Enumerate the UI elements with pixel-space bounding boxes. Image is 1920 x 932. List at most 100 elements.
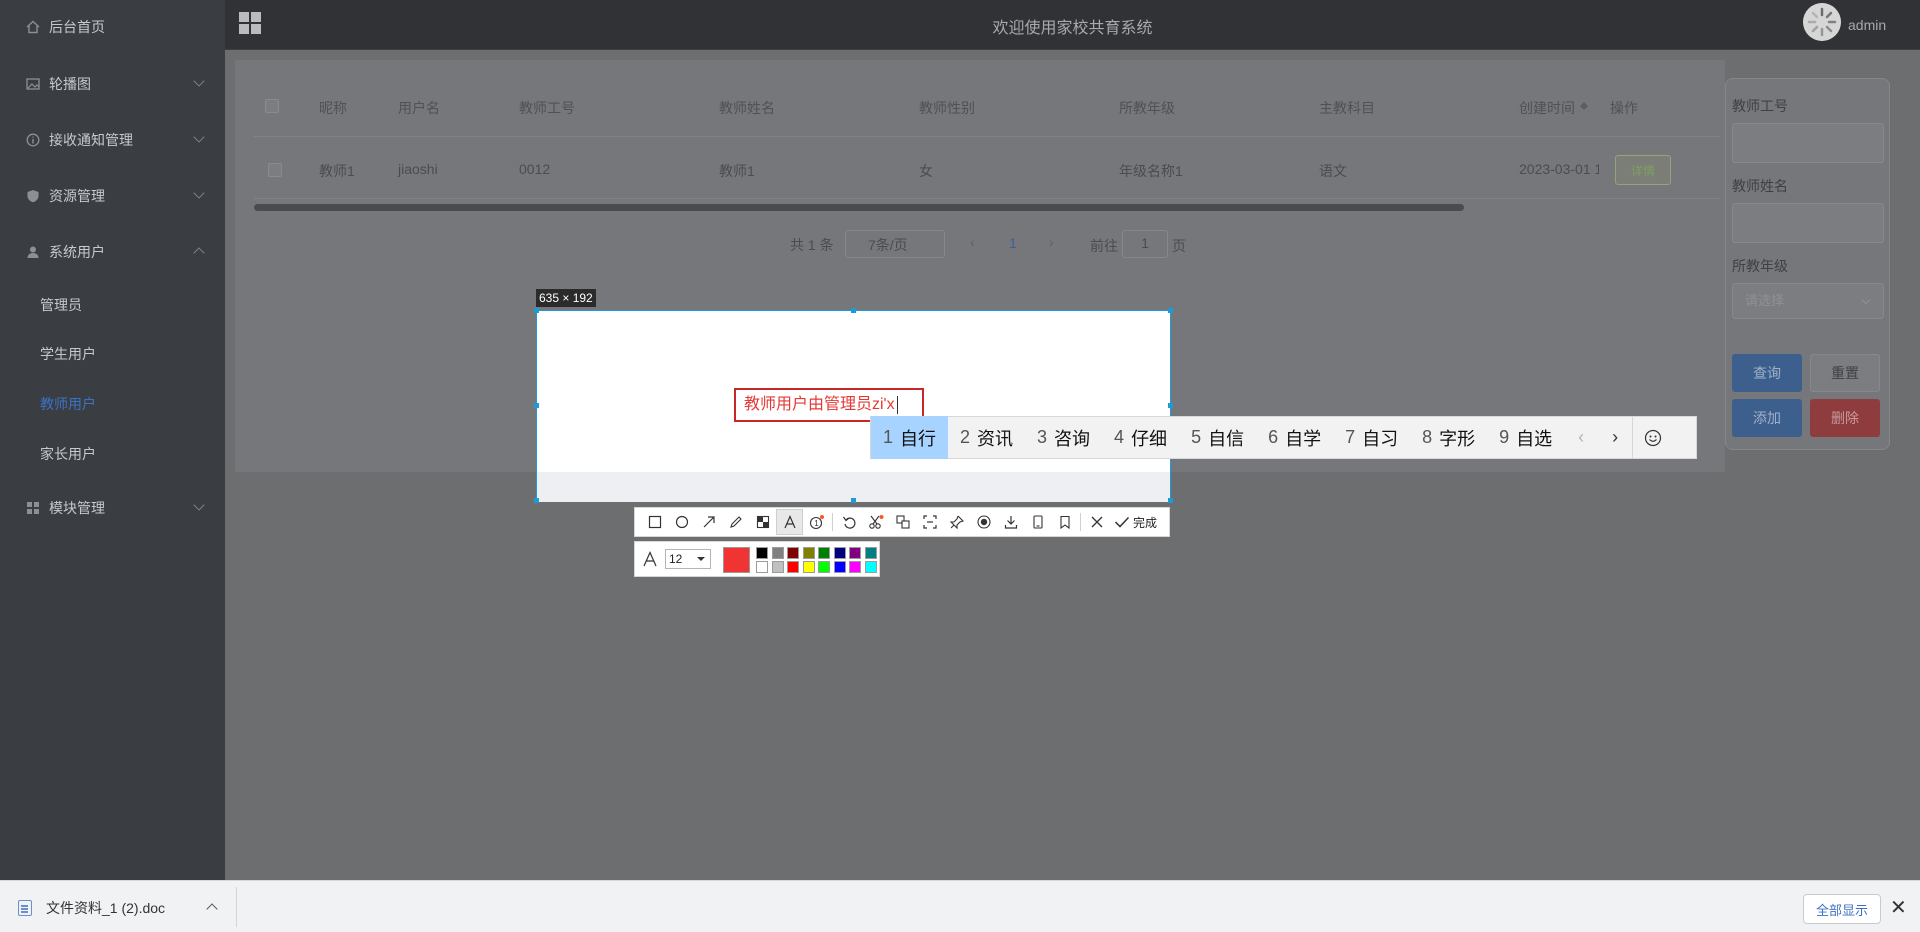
ime-next-page-icon[interactable]: › <box>1598 416 1632 459</box>
mosaic-tool-icon[interactable] <box>749 509 776 535</box>
ime-candidate-bar: 1 自行 2 资讯 3 咨询 4 仔细 5 自信 6 自学 7 自习 8 字形 9 自选 ‹ › <box>870 416 1697 459</box>
rectangle-tool-icon[interactable] <box>641 509 668 535</box>
color-swatch[interactable] <box>787 561 799 573</box>
document-icon <box>18 900 32 916</box>
close-icon[interactable] <box>1083 509 1110 535</box>
translate-icon[interactable] <box>889 509 916 535</box>
done-button[interactable]: 完成 <box>1114 514 1157 531</box>
sidebar-subitem-admin[interactable]: 管理员 <box>0 283 225 327</box>
resize-handle[interactable] <box>851 498 856 503</box>
color-swatch[interactable] <box>787 547 799 559</box>
sidebar-item-label: 系统用户 <box>49 244 105 260</box>
ime-candidate[interactable]: 7 自习 <box>1333 416 1410 459</box>
color-swatch[interactable] <box>864 561 877 573</box>
ime-candidate[interactable]: 5 自信 <box>1179 416 1256 459</box>
pin-icon[interactable] <box>943 509 970 535</box>
color-swatch[interactable] <box>818 561 830 573</box>
query-button[interactable]: 查询 <box>1732 354 1802 392</box>
color-swatch[interactable] <box>833 547 846 559</box>
avatar[interactable] <box>1803 3 1841 41</box>
resize-handle[interactable] <box>1168 403 1173 408</box>
color-swatch[interactable] <box>849 561 861 573</box>
arrow-tool-icon[interactable] <box>695 509 722 535</box>
ime-candidate[interactable]: 9 自选 <box>1487 416 1564 459</box>
text-tool-icon[interactable] <box>776 509 803 535</box>
current-color-swatch[interactable] <box>723 547 750 573</box>
sidebar-item-home[interactable]: 后台首页 <box>0 5 225 49</box>
username[interactable]: admin <box>1848 17 1886 33</box>
select-all-checkbox[interactable] <box>265 99 279 113</box>
record-icon[interactable] <box>970 509 997 535</box>
undo-icon[interactable] <box>835 509 862 535</box>
candidate-number: 1 <box>883 427 894 447</box>
color-swatch[interactable] <box>802 561 815 573</box>
ime-candidate[interactable]: 2 资讯 <box>948 416 1025 459</box>
cell-grade: 年级名称1 <box>1119 163 1183 179</box>
phone-icon[interactable] <box>1024 509 1051 535</box>
resize-handle[interactable] <box>534 498 539 503</box>
color-swatch[interactable] <box>771 561 784 573</box>
delete-button[interactable]: 删除 <box>1810 399 1880 437</box>
color-swatch[interactable] <box>756 547 768 559</box>
grade-select[interactable]: 请选择 <box>1732 283 1884 319</box>
candidate-text: 仔细 <box>1131 428 1168 449</box>
resize-handle[interactable] <box>1168 498 1173 503</box>
goto-page-input[interactable]: 1 <box>1122 230 1168 258</box>
column-header-created[interactable]: 创建时间 <box>1519 98 1575 118</box>
scissors-icon[interactable] <box>862 509 889 535</box>
ime-candidate[interactable]: 1 自行 <box>871 416 949 459</box>
add-button[interactable]: 添加 <box>1732 399 1802 437</box>
next-page-icon[interactable]: › <box>1049 234 1054 262</box>
detail-button[interactable]: 详情 <box>1615 155 1671 185</box>
sidebar-item-resources[interactable]: 资源管理 <box>0 174 225 218</box>
color-swatch[interactable] <box>802 547 815 559</box>
color-swatch[interactable] <box>818 547 830 559</box>
emoji-icon[interactable] <box>1633 416 1673 459</box>
prev-page-icon[interactable]: ‹ <box>970 234 975 262</box>
show-all-button[interactable]: 全部显示 <box>1803 894 1881 924</box>
sort-icon[interactable] <box>1580 98 1588 112</box>
reset-button[interactable]: 重置 <box>1810 354 1880 392</box>
ime-prev-page-icon[interactable]: ‹ <box>1564 416 1598 459</box>
ime-candidate[interactable]: 3 咨询 <box>1025 416 1102 459</box>
resize-handle[interactable] <box>851 308 856 313</box>
font-size-select[interactable]: 12 <box>665 549 711 569</box>
chevron-up-icon[interactable] <box>206 903 218 915</box>
download-icon[interactable] <box>997 509 1024 535</box>
sidebar-item-carousel[interactable]: 轮播图 <box>0 62 225 106</box>
horizontal-scrollbar[interactable] <box>254 204 1464 211</box>
teacher-name-input[interactable] <box>1732 203 1884 243</box>
page-number[interactable]: 1 <box>1009 235 1017 263</box>
download-item[interactable]: 文件资料_1 (2).doc <box>18 898 165 918</box>
color-swatch[interactable] <box>864 547 877 559</box>
close-icon[interactable]: ✕ <box>1890 895 1907 920</box>
pen-tool-icon[interactable] <box>722 509 749 535</box>
sidebar-subitem-students[interactable]: 学生用户 <box>0 332 225 376</box>
bookmark-icon[interactable] <box>1051 509 1078 535</box>
color-swatch[interactable] <box>756 561 768 573</box>
color-swatch[interactable] <box>771 547 784 559</box>
resize-handle[interactable] <box>534 308 539 313</box>
number-marker-icon[interactable]: 1 <box>803 509 830 535</box>
ime-candidate[interactable]: 6 自学 <box>1256 416 1333 459</box>
chevron-down-icon <box>193 131 205 143</box>
ellipse-tool-icon[interactable] <box>668 509 695 535</box>
resize-handle[interactable] <box>534 403 539 408</box>
candidate-text: 自行 <box>900 428 937 449</box>
sidebar-item-system-users[interactable]: 系统用户 <box>0 230 225 274</box>
sidebar-item-modules[interactable]: 模块管理 <box>0 486 225 530</box>
color-swatch[interactable] <box>849 547 861 559</box>
page-size-select[interactable]: 7条/页 <box>845 230 945 258</box>
teacher-no-input[interactable] <box>1732 123 1884 163</box>
chevron-down-icon <box>1861 295 1871 305</box>
resize-handle[interactable] <box>1168 308 1173 313</box>
color-swatch[interactable] <box>833 561 846 573</box>
download-bar: 文件资料_1 (2).doc 全部显示 ✕ <box>0 880 1920 932</box>
ocr-icon[interactable] <box>916 509 943 535</box>
sidebar-item-notify[interactable]: 接收通知管理 <box>0 118 225 162</box>
ime-candidate[interactable]: 8 字形 <box>1410 416 1487 459</box>
sidebar-subitem-teachers[interactable]: 教师用户 <box>0 382 225 426</box>
sidebar-subitem-parents[interactable]: 家长用户 <box>0 432 225 476</box>
ime-candidate[interactable]: 4 仔细 <box>1102 416 1179 459</box>
row-checkbox[interactable] <box>268 163 282 177</box>
